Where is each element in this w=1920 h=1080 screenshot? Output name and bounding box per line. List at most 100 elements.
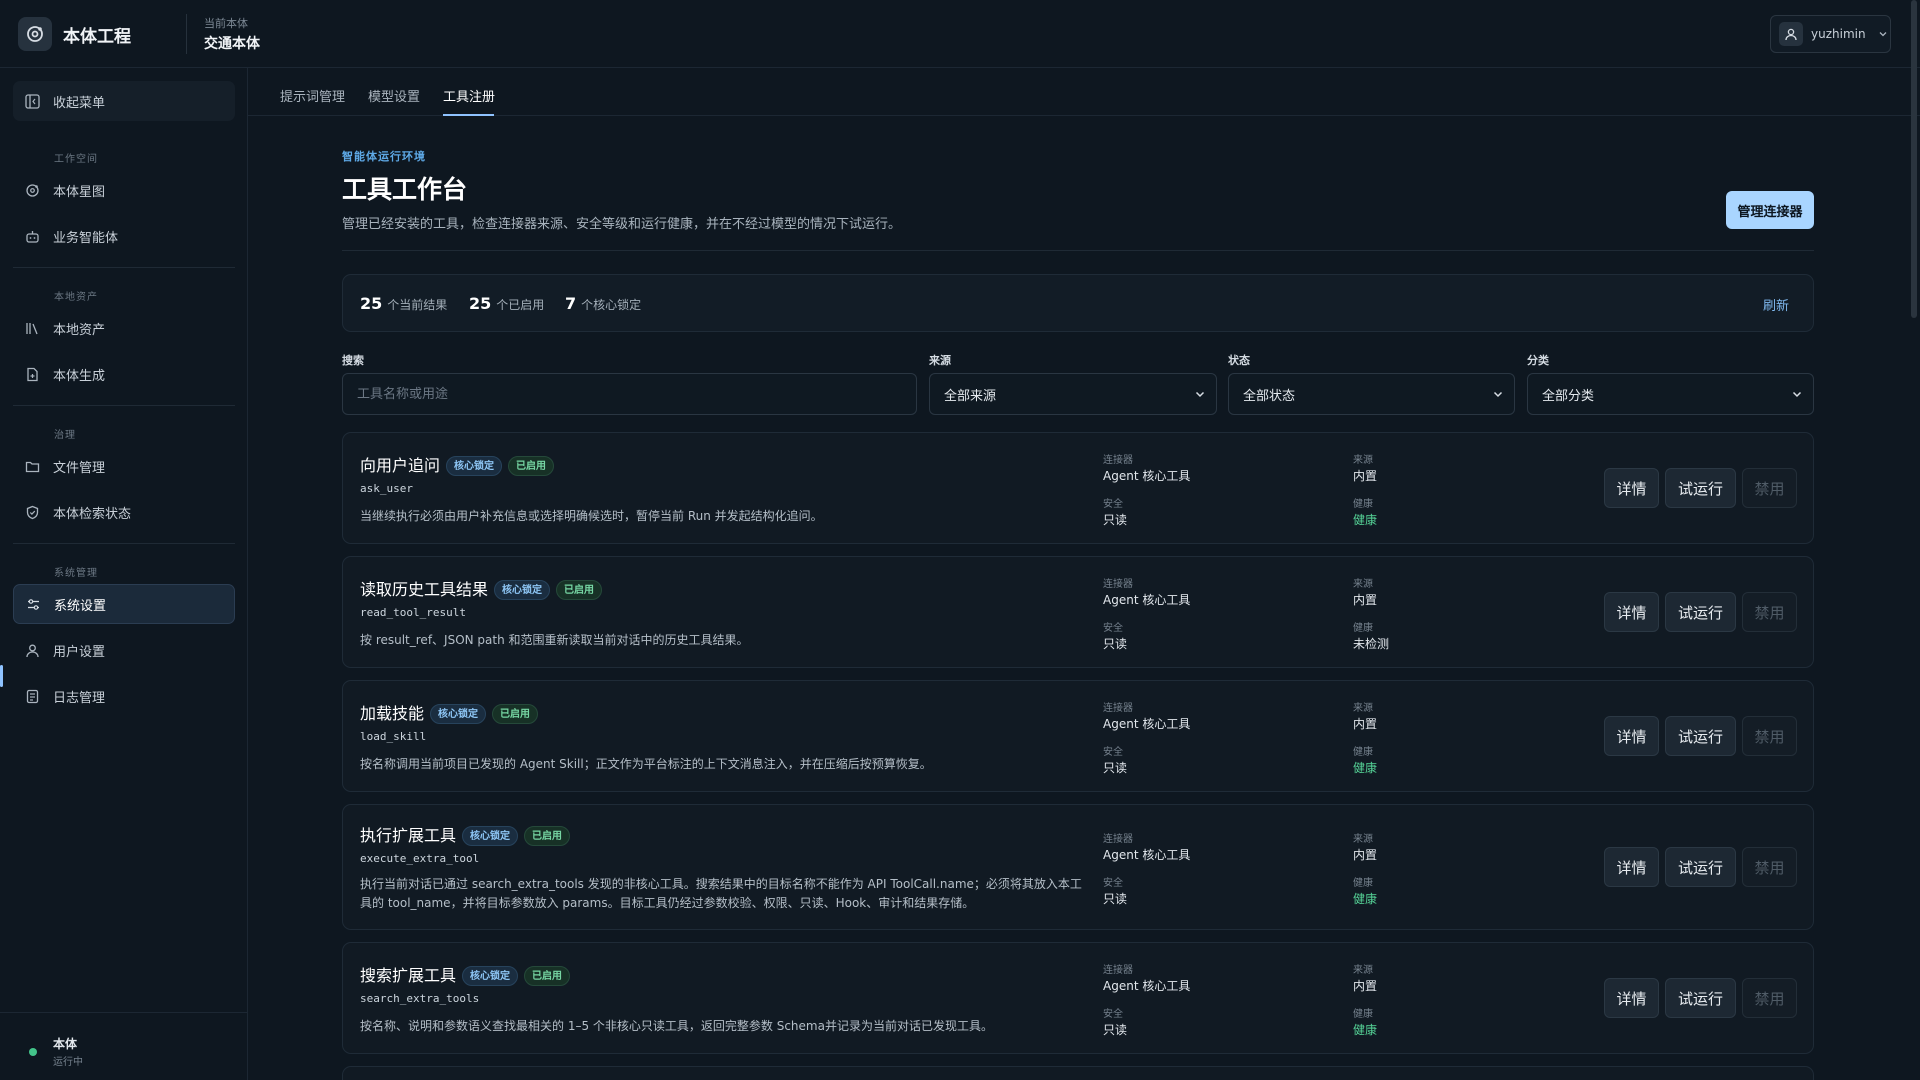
user-icon: [25, 643, 40, 658]
source-value: 内置: [1353, 469, 1378, 483]
sidebar-item-local-assets[interactable]: 本地资产: [13, 308, 235, 348]
tab-tool-registry[interactable]: 工具注册: [443, 86, 495, 105]
security-label: 安全: [1103, 1009, 1123, 1020]
details-button[interactable]: 详情: [1604, 468, 1659, 508]
connector-label: 连接器: [1103, 455, 1133, 466]
try-run-button[interactable]: 试运行: [1665, 847, 1736, 887]
try-run-button[interactable]: 试运行: [1665, 978, 1736, 1018]
connector-label: 连接器: [1103, 579, 1133, 590]
disable-button[interactable]: 禁用: [1742, 978, 1797, 1018]
status-select-value: 全部状态: [1243, 388, 1296, 404]
sidebar-item-file-management[interactable]: 文件管理: [13, 446, 235, 486]
file-plus-icon: [25, 367, 40, 382]
health-value: 健康: [1353, 892, 1378, 906]
stat-number: 25: [469, 294, 492, 313]
source-value: 内置: [1353, 979, 1378, 993]
disable-button[interactable]: 禁用: [1742, 592, 1797, 632]
try-run-button[interactable]: 试运行: [1665, 592, 1736, 632]
user-menu-button[interactable]: yuzhimin: [1770, 15, 1891, 53]
tool-title-row: 执行扩展工具 核心锁定 已启用: [360, 822, 571, 846]
category-select[interactable]: 全部分类: [1527, 373, 1814, 415]
tab-model-settings[interactable]: 模型设置: [368, 86, 420, 105]
ontology-icon: [25, 183, 40, 198]
disable-button[interactable]: 禁用: [1742, 468, 1797, 508]
top-bar: 本体工程 当前本体 交通本体 yuzhimin: [0, 0, 1920, 68]
sidebar-item-log-management[interactable]: 日志管理: [13, 676, 235, 716]
connector-value: Agent 核心工具: [1103, 979, 1191, 993]
health-value: 未检测: [1353, 637, 1390, 651]
tab-prompt-management[interactable]: 提示词管理: [280, 86, 345, 105]
tool-code: execute_extra_tool: [360, 852, 480, 865]
details-button[interactable]: 详情: [1604, 978, 1659, 1018]
disable-button[interactable]: 禁用: [1742, 847, 1797, 887]
current-ontology-value[interactable]: 交通本体: [204, 33, 260, 53]
try-run-button[interactable]: 试运行: [1665, 716, 1736, 756]
app-logo-icon[interactable]: [18, 17, 52, 51]
section-workspace: 工作空间: [54, 154, 98, 165]
security-value: 只读: [1103, 637, 1128, 651]
search-input[interactable]: [342, 373, 917, 415]
sidebar-divider: [13, 543, 235, 544]
robot-icon: [25, 229, 40, 244]
status-dot-icon: [29, 1048, 37, 1056]
manage-connectors-button[interactable]: 管理连接器: [1726, 191, 1814, 229]
library-icon: [25, 321, 40, 336]
sliders-icon: [26, 597, 41, 612]
enabled-badge: 已启用: [556, 580, 603, 600]
connector-label: 连接器: [1103, 834, 1133, 845]
stat-current-results: 25 个当前结果: [360, 294, 447, 313]
connector-label: 连接器: [1103, 703, 1133, 714]
try-run-button[interactable]: 试运行: [1665, 468, 1736, 508]
details-button[interactable]: 详情: [1604, 847, 1659, 887]
details-button[interactable]: 详情: [1604, 592, 1659, 632]
source-select-value: 全部来源: [944, 388, 997, 404]
health-label: 健康: [1353, 747, 1373, 758]
sidebar-item-ontology-map[interactable]: 本体星图: [13, 170, 235, 210]
page-title: 工具工作台: [342, 175, 468, 204]
tool-name: 加载技能: [360, 704, 425, 723]
chevron-down-icon: [1492, 388, 1504, 400]
source-select[interactable]: 全部来源: [929, 373, 1217, 415]
tool-code: search_extra_tools: [360, 992, 480, 1005]
sidebar-item-label: 本体星图: [53, 184, 106, 200]
details-button[interactable]: 详情: [1604, 716, 1659, 756]
tool-code: read_tool_result: [360, 606, 466, 619]
core-locked-badge: 核心锁定: [462, 966, 519, 986]
refresh-button[interactable]: 刷新: [1763, 295, 1789, 314]
tool-title-row: 读取历史工具结果 核心锁定 已启用: [360, 576, 603, 600]
tool-code: load_skill: [360, 730, 427, 743]
sidebar-item-label: 系统设置: [54, 598, 107, 614]
user-name: yuzhimin: [1811, 27, 1866, 41]
connector-value: Agent 核心工具: [1103, 717, 1191, 731]
tool-card: 执行扩展工具 核心锁定 已启用 execute_extra_tool 执行当前对话已…: [342, 804, 1814, 930]
health-label: 健康: [1353, 499, 1373, 510]
status-select[interactable]: 全部状态: [1228, 373, 1515, 415]
sidebar-item-user-settings[interactable]: 用户设置: [13, 630, 235, 670]
sidebar-item-business-agent[interactable]: 业务智能体: [13, 216, 235, 256]
enabled-badge: 已启用: [508, 456, 555, 476]
status-filter-label: 状态: [1228, 354, 1250, 367]
security-label: 安全: [1103, 499, 1123, 510]
source-value: 内置: [1353, 848, 1378, 862]
source-label: 来源: [1353, 579, 1373, 590]
sidebar-item-label: 本体检索状态: [53, 506, 132, 522]
disable-button[interactable]: 禁用: [1742, 716, 1797, 756]
header-divider: [342, 250, 1814, 251]
enabled-badge: 已启用: [524, 826, 571, 846]
shield-icon: [25, 505, 40, 520]
scrollbar[interactable]: [1911, 0, 1917, 318]
active-indicator: [0, 665, 3, 687]
sidebar-item-system-settings[interactable]: 系统设置: [13, 584, 235, 624]
sidebar-item-ontology-generation[interactable]: 本体生成: [13, 354, 235, 394]
category-select-value: 全部分类: [1542, 388, 1595, 404]
tool-card: 加载技能 核心锁定 已启用 load_skill 按名称调用当前项目已发现的 Age…: [342, 680, 1814, 792]
source-label: 来源: [1353, 834, 1373, 845]
status-subtitle: 运行中: [53, 1057, 83, 1068]
sidebar-item-retrieval-status[interactable]: 本体检索状态: [13, 492, 235, 532]
collapse-menu-button[interactable]: 收起菜单: [13, 81, 235, 121]
tool-code: ask_user: [360, 482, 413, 495]
top-divider: [186, 14, 187, 54]
collapse-menu-label: 收起菜单: [53, 95, 106, 111]
security-label: 安全: [1103, 747, 1123, 758]
tool-name: 搜索扩展工具: [360, 966, 457, 985]
